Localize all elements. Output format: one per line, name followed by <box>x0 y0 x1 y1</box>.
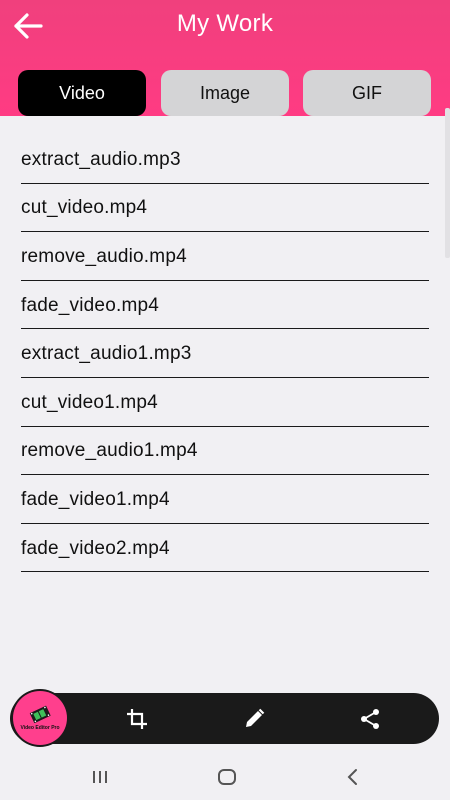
home-icon <box>218 769 236 785</box>
pencil-icon <box>246 708 265 727</box>
system-navigation-bar <box>0 752 450 800</box>
list-item[interactable]: cut_video.mp4 <box>21 184 429 233</box>
list-item[interactable]: fade_video.mp4 <box>21 281 429 330</box>
back-chevron-icon <box>347 769 357 785</box>
list-item[interactable]: fade_video1.mp4 <box>21 475 429 524</box>
list-item[interactable]: extract_audio1.mp3 <box>21 329 429 378</box>
app-header: My Work Video Image GIF <box>0 0 450 116</box>
tab-video[interactable]: Video <box>18 70 146 116</box>
file-list: extract_audio.mp3 cut_video.mp4 remove_a… <box>21 135 429 573</box>
system-back-button[interactable] <box>338 764 368 790</box>
crop-button[interactable] <box>124 706 150 732</box>
bottom-toolbar: Video Editor Pro <box>10 691 439 745</box>
crop-icon <box>127 709 147 729</box>
tab-image[interactable]: Image <box>161 70 289 116</box>
recents-icon <box>93 771 107 783</box>
list-item[interactable]: remove_audio.mp4 <box>21 232 429 281</box>
share-button[interactable] <box>357 706 383 732</box>
tab-gif[interactable]: GIF <box>303 70 431 116</box>
share-icon <box>361 709 379 729</box>
list-item[interactable]: fade_video2.mp4 <box>21 524 429 573</box>
app-badge-caption: Video Editor Pro <box>20 725 60 731</box>
tab-bar: Video Image GIF <box>0 70 450 116</box>
home-button[interactable] <box>212 764 242 790</box>
list-item[interactable]: cut_video1.mp4 <box>21 378 429 427</box>
app-badge-button[interactable]: Video Editor Pro <box>13 691 67 745</box>
recents-button[interactable] <box>85 764 115 790</box>
list-item[interactable]: remove_audio1.mp4 <box>21 427 429 476</box>
page-title: My Work <box>176 10 274 37</box>
film-icon <box>29 705 51 723</box>
list-item[interactable]: extract_audio.mp3 <box>21 135 429 184</box>
edit-button[interactable] <box>241 706 267 732</box>
scroll-indicator <box>445 108 450 258</box>
